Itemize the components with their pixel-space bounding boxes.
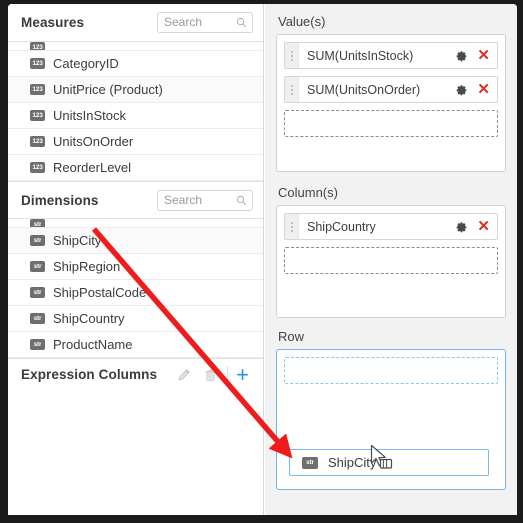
field-label: ShipPostalCode [53,285,147,300]
pill-actions: ✕ [455,48,497,63]
type-icon-string: str [30,261,45,272]
left-panel-empty-area [8,382,263,515]
field-label: ShipCountry [53,311,125,326]
type-icon-number: 123 [30,110,45,121]
expression-columns-title: Expression Columns [21,367,158,382]
measures-search-input[interactable] [158,13,232,32]
field-label: ProductName [53,337,133,352]
pill-actions: ✕ [455,219,497,234]
type-icon-string: str [30,339,45,350]
columns-zone-label: Column(s) [278,185,338,200]
field-row[interactable]: str ProductName [8,332,263,358]
field-row[interactable]: str ShipRegion [8,254,263,280]
search-icon [236,17,247,28]
pill-label: ShipCountry [307,219,376,234]
columns-drop-zone[interactable]: ShipCountry ✕ [276,205,506,318]
row-zone-label: Row [278,329,305,344]
drag-handle-icon[interactable] [285,77,299,102]
type-icon-string: str [30,219,45,227]
pill-label: SUM(UnitsInStock) [307,48,414,63]
field-label: UnitsInStock [53,108,126,123]
row-drop-placeholder[interactable] [284,357,498,384]
drag-handle-icon[interactable] [285,43,299,68]
field-list-dialog: Measures 123 123 CategoryID [8,4,517,515]
field-label: ReorderLevel [53,160,132,175]
type-icon-number: 123 [30,84,45,95]
type-icon-number: 123 [30,42,45,50]
field-row[interactable]: str ShipPostalCode [8,280,263,306]
window-frame: Measures 123 123 CategoryID [0,0,523,523]
columns-drop-placeholder[interactable] [284,247,498,274]
type-icon-string: str [30,313,45,324]
close-icon[interactable]: ✕ [477,48,490,63]
measures-field-list[interactable]: 123 123 CategoryID 123 UnitPrice (Produc… [8,42,263,181]
dimensions-search-input[interactable] [158,190,232,210]
gear-icon[interactable] [455,83,468,96]
field-row[interactable]: 123 UnitPrice (Product) [8,77,263,103]
value-pill-unitsinstock[interactable]: SUM(UnitsInStock) ✕ [284,42,498,69]
field-row[interactable]: 123 UnitsInStock [8,103,263,129]
type-icon-string: str [30,287,45,298]
field-row[interactable]: 123 ReorderLevel [8,155,263,181]
drag-ghost-shipcity[interactable]: str ShipCity [289,449,489,476]
pill-label: SUM(UnitsOnOrder) [307,82,421,97]
value-pill-unitsonorder[interactable]: SUM(UnitsOnOrder) ✕ [284,76,498,103]
field-label: ShipRegion [53,259,121,274]
drag-ghost-label: ShipCity [328,455,377,470]
field-label: UnitsOnOrder [53,134,134,149]
column-pill-shipcountry[interactable]: ShipCountry ✕ [284,213,498,240]
type-icon-string: str [302,456,318,469]
values-zone-label: Value(s) [278,14,326,29]
measures-title: Measures [21,15,85,30]
pivot-axis-panel: Value(s) SUM(UnitsInStock) ✕ SUM(UnitsOn… [265,4,517,515]
toolbar-divider [227,366,229,383]
gear-icon[interactable] [455,220,468,233]
dimensions-title: Dimensions [21,192,99,208]
type-icon-number: 123 [30,136,45,147]
field-label: CategoryID [53,56,119,71]
field-row[interactable]: str ShipCountry [8,306,263,332]
search-icon [236,195,247,205]
values-drop-placeholder[interactable] [284,110,498,137]
field-row[interactable]: 123 UnitsOnOrder [8,129,263,155]
field-row[interactable]: 123 CategoryID [8,51,263,77]
type-icon-string: str [30,235,45,246]
measures-header: Measures [8,4,263,42]
trash-icon [205,368,216,381]
close-icon[interactable]: ✕ [477,219,490,234]
drag-handle-icon[interactable] [285,214,299,239]
field-label: UnitPrice (Product) [53,82,163,97]
values-drop-zone[interactable]: SUM(UnitsInStock) ✕ SUM(UnitsOnOrder) ✕ [276,34,506,172]
field-list-panel: Measures 123 123 CategoryID [8,4,264,515]
field-row-partial[interactable]: 123 [8,42,263,51]
pencil-icon [178,368,191,380]
field-label: ShipCity [53,233,102,248]
field-row-partial[interactable]: str [8,219,263,228]
dimensions-header: Dimensions [8,181,263,219]
close-icon[interactable]: ✕ [477,82,490,97]
type-icon-number: 123 [30,162,45,173]
dimensions-field-list[interactable]: str str ShipCity str ShipRegion str Ship… [8,219,263,358]
pill-actions: ✕ [455,82,497,97]
type-icon-number: 123 [30,58,45,69]
dimensions-search-box[interactable] [157,189,253,211]
field-row-shipcity[interactable]: str ShipCity [8,228,263,254]
measures-search-box[interactable] [157,12,253,33]
gear-icon[interactable] [455,49,468,62]
